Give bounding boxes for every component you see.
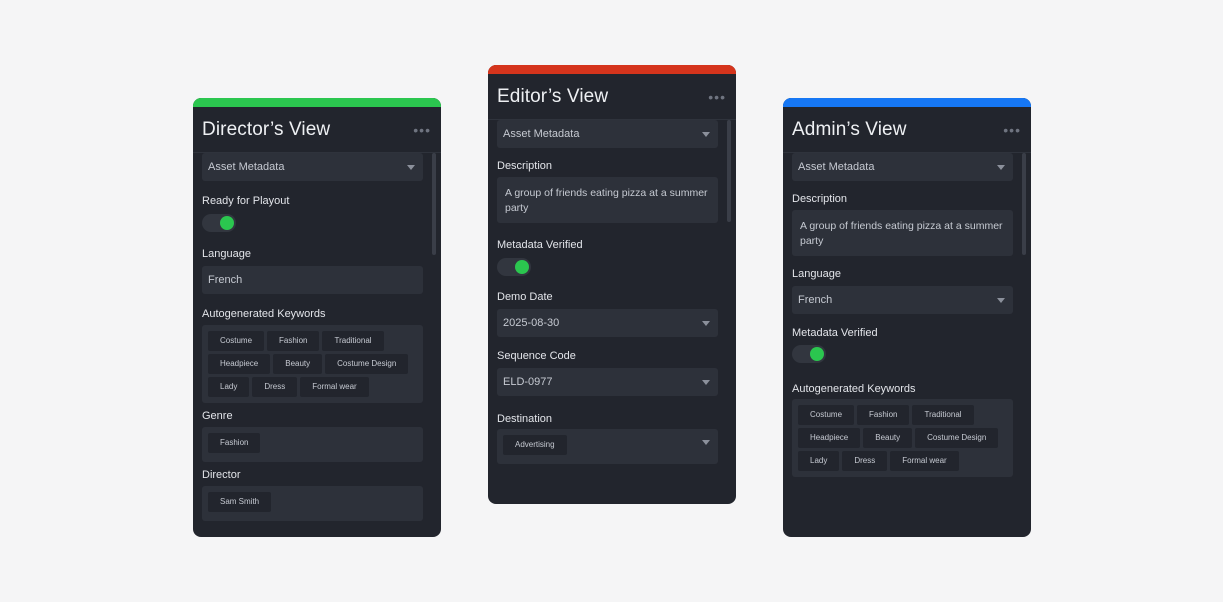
demo-date-select[interactable]: 2025-08-30 xyxy=(497,309,718,337)
director-tag-box[interactable]: Sam Smith xyxy=(202,486,423,521)
keyword-tag[interactable]: Lady xyxy=(798,451,840,471)
keyword-tag[interactable]: Beauty xyxy=(863,428,913,448)
section-select-value: Asset Metadata xyxy=(208,161,285,173)
demo-date-label: Demo Date xyxy=(497,291,553,303)
keyword-tag[interactable]: Beauty xyxy=(273,354,323,374)
scrollbar[interactable] xyxy=(1022,153,1026,255)
director-label: Director xyxy=(202,469,241,481)
description-textarea[interactable]: A group of friends eating pizza at a sum… xyxy=(497,177,718,223)
destination-tag[interactable]: Advertising xyxy=(503,435,567,455)
panel-title: Editor’s View xyxy=(497,85,609,107)
keyword-tag[interactable]: Dress xyxy=(842,451,888,471)
demo-date-value: 2025-08-30 xyxy=(503,317,560,329)
section-select[interactable]: Asset Metadata xyxy=(202,153,423,181)
editor-accent-bar xyxy=(488,65,736,74)
keywords-tag-box: Costume Fashion Traditional Headpiece Be… xyxy=(792,399,1013,477)
toggle-knob xyxy=(515,260,529,274)
chevron-down-icon xyxy=(702,440,710,445)
language-select[interactable]: French xyxy=(792,286,1013,314)
admin-panel-body: Asset Metadata Description A group of fr… xyxy=(783,153,1031,537)
keywords-tag-box: Costume Fashion Traditional Headpiece Be… xyxy=(202,325,423,403)
description-label: Description xyxy=(497,160,553,172)
description-label: Description xyxy=(792,193,848,205)
keyword-tag[interactable]: Fashion xyxy=(857,405,910,425)
keyword-tag[interactable]: Costume Design xyxy=(325,354,409,374)
metadata-verified-label: Metadata Verified xyxy=(792,327,878,339)
language-label: Language xyxy=(792,268,841,280)
chevron-down-icon xyxy=(997,164,1005,170)
genre-tag-box[interactable]: Fashion xyxy=(202,427,423,462)
scrollbar[interactable] xyxy=(432,153,436,255)
metadata-verified-label: Metadata Verified xyxy=(497,239,583,251)
keyword-tag[interactable]: Fashion xyxy=(267,331,320,351)
section-select-value: Asset Metadata xyxy=(503,128,580,140)
toggle-knob xyxy=(220,216,234,230)
genre-label: Genre xyxy=(202,410,233,422)
editor-panel-body: Asset Metadata Description A group of fr… xyxy=(488,120,736,504)
keyword-tag[interactable]: Traditional xyxy=(912,405,974,425)
language-value: French xyxy=(798,294,833,306)
editor-panel-header: Editor’s View ••• xyxy=(488,74,736,120)
language-label: Language xyxy=(202,248,251,260)
more-options-icon[interactable]: ••• xyxy=(708,90,726,104)
director-panel: Director’s View ••• Asset Metadata Ready… xyxy=(193,98,441,537)
keywords-label: Autogenerated Keywords xyxy=(792,383,916,395)
chevron-down-icon xyxy=(997,297,1005,303)
keyword-tag[interactable]: Formal wear xyxy=(890,451,959,471)
more-options-icon[interactable]: ••• xyxy=(413,123,431,137)
admin-panel: Admin’s View ••• Asset Metadata Descript… xyxy=(783,98,1031,537)
keyword-tag[interactable]: Costume xyxy=(208,331,265,351)
chevron-down-icon xyxy=(702,131,710,137)
metadata-verified-toggle[interactable] xyxy=(497,258,531,276)
section-select[interactable]: Asset Metadata xyxy=(497,120,718,148)
more-options-icon[interactable]: ••• xyxy=(1003,123,1021,137)
director-name-tag[interactable]: Sam Smith xyxy=(208,492,272,512)
language-field[interactable]: French xyxy=(202,266,423,294)
toggle-knob xyxy=(810,347,824,361)
director-panel-body: Asset Metadata Ready for Playout Languag… xyxy=(193,153,441,537)
panel-title: Admin’s View xyxy=(792,118,907,140)
ready-for-playout-toggle[interactable] xyxy=(202,214,236,232)
sequence-code-label: Sequence Code xyxy=(497,350,576,362)
chevron-down-icon xyxy=(407,164,415,170)
keyword-tag[interactable]: Formal wear xyxy=(300,377,369,397)
panel-title: Director’s View xyxy=(202,118,331,140)
description-textarea[interactable]: A group of friends eating pizza at a sum… xyxy=(792,210,1013,256)
ready-for-playout-label: Ready for Playout xyxy=(202,195,290,207)
section-select[interactable]: Asset Metadata xyxy=(792,153,1013,181)
director-accent-bar xyxy=(193,98,441,107)
destination-select[interactable]: Advertising xyxy=(497,429,718,464)
chevron-down-icon xyxy=(702,320,710,326)
genre-tag[interactable]: Fashion xyxy=(208,433,261,453)
admin-accent-bar xyxy=(783,98,1031,107)
keyword-tag[interactable]: Costume xyxy=(798,405,855,425)
keyword-tag[interactable]: Headpiece xyxy=(208,354,271,374)
keyword-tag[interactable]: Dress xyxy=(252,377,298,397)
keyword-tag[interactable]: Lady xyxy=(208,377,250,397)
keywords-label: Autogenerated Keywords xyxy=(202,308,326,320)
chevron-down-icon xyxy=(702,379,710,385)
destination-label: Destination xyxy=(497,413,553,425)
director-panel-header: Director’s View ••• xyxy=(193,107,441,153)
keyword-tag[interactable]: Traditional xyxy=(322,331,384,351)
language-value: French xyxy=(208,274,243,286)
scrollbar[interactable] xyxy=(727,120,731,222)
section-select-value: Asset Metadata xyxy=(798,161,875,173)
admin-panel-header: Admin’s View ••• xyxy=(783,107,1031,153)
metadata-verified-toggle[interactable] xyxy=(792,345,826,363)
sequence-code-value: ELD-0977 xyxy=(503,376,553,388)
editor-panel: Editor’s View ••• Asset Metadata Descrip… xyxy=(488,65,736,504)
keyword-tag[interactable]: Costume Design xyxy=(915,428,999,448)
keyword-tag[interactable]: Headpiece xyxy=(798,428,861,448)
sequence-code-select[interactable]: ELD-0977 xyxy=(497,368,718,396)
